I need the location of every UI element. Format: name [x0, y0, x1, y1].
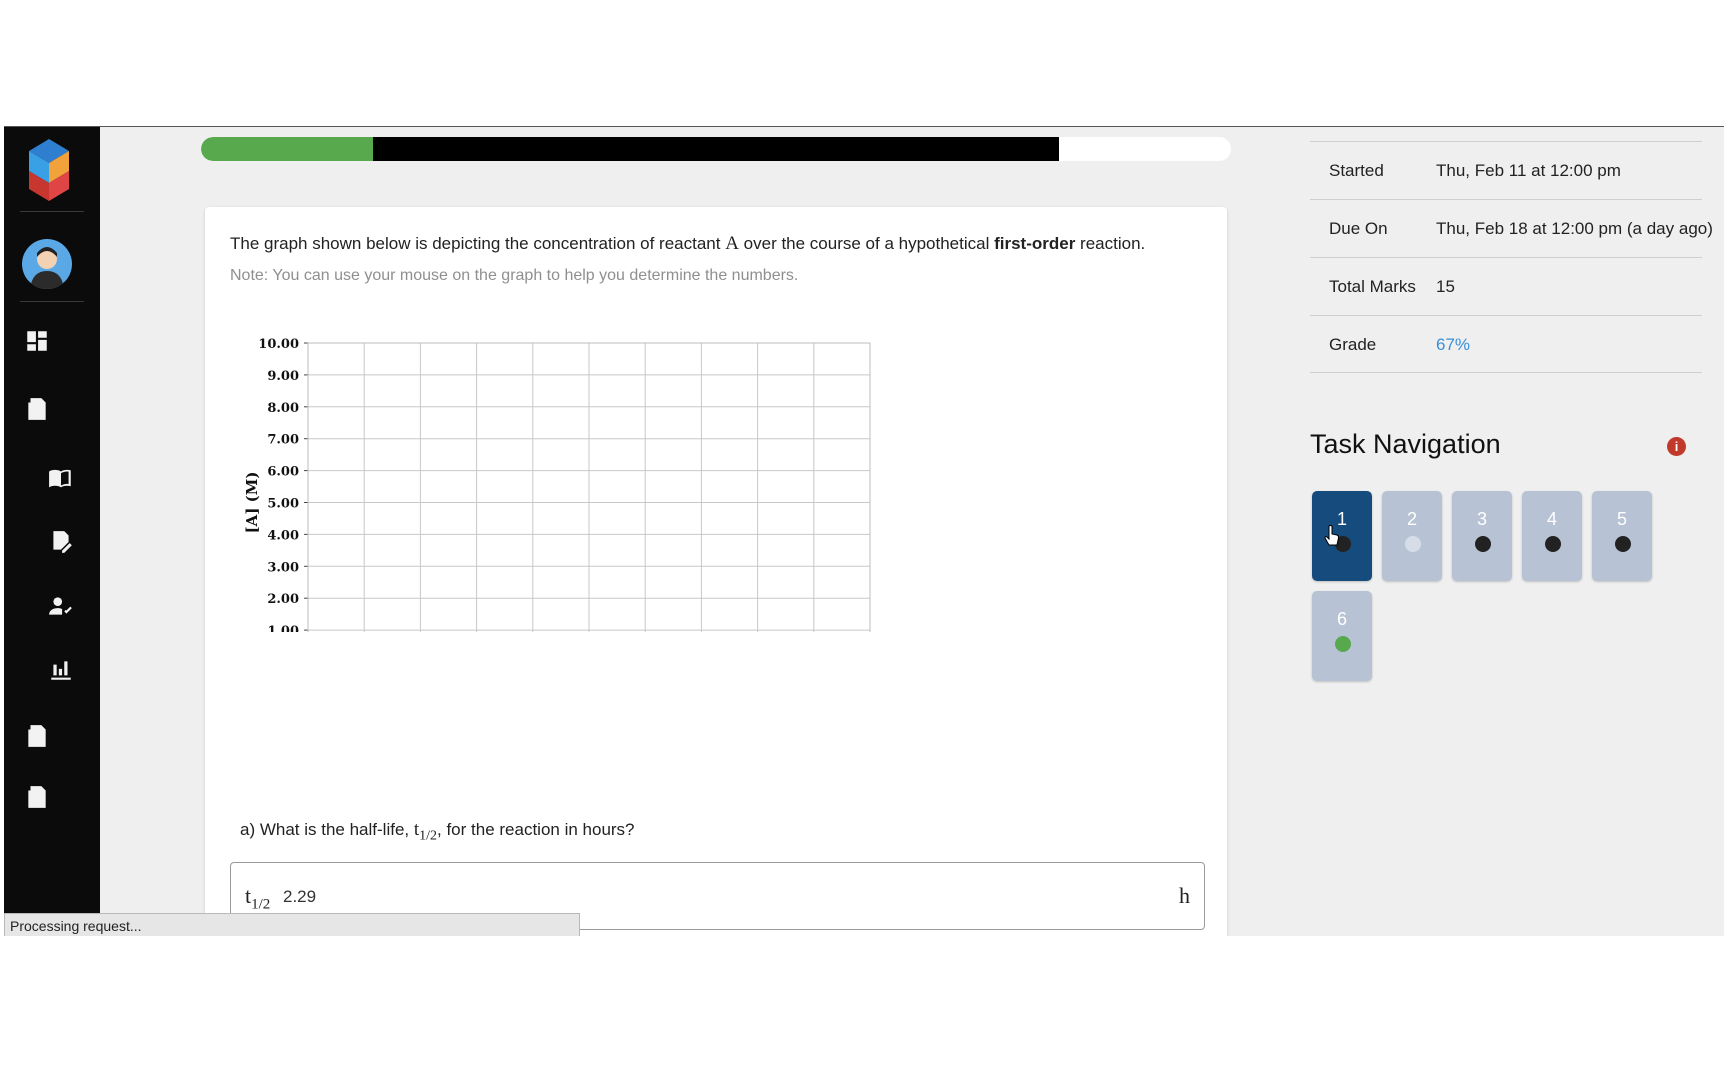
- half-life-input[interactable]: [283, 885, 683, 909]
- question-text-part: The graph shown below is depicting the c…: [230, 234, 726, 253]
- task-number: 4: [1546, 509, 1557, 529]
- question-text-part: over the course of a hypothetical: [738, 234, 995, 253]
- question-text-emphasis: first-order: [994, 234, 1076, 253]
- answer-label-subscript: 1/2: [251, 896, 271, 913]
- dashboard-icon[interactable]: [22, 326, 52, 356]
- textbook-icon[interactable]: [46, 463, 76, 493]
- info-row-due-on: Due On Thu, Feb 18 at 12:00 pm (a day ag…: [1310, 199, 1713, 257]
- info-row-grade: Grade 67%: [1310, 315, 1702, 373]
- progress-attempted-segment: [373, 137, 1059, 161]
- sidebar: [4, 127, 100, 936]
- sidebar-divider: [20, 211, 84, 212]
- assignments-icon[interactable]: [22, 782, 52, 812]
- assignment-progress-bar: [201, 137, 1231, 161]
- analytics-icon[interactable]: [46, 655, 76, 685]
- y-tick-label: 9.00: [267, 369, 299, 384]
- task-number: 6: [1336, 609, 1347, 629]
- task-number: 2: [1406, 509, 1417, 529]
- grade-link[interactable]: 67%: [1436, 335, 1470, 355]
- y-tick-label: 3.00: [267, 560, 299, 575]
- y-tick-label: 4.00: [267, 528, 299, 543]
- task-button-4[interactable]: 4: [1522, 491, 1582, 581]
- y-tick-label: 5.00: [267, 497, 299, 512]
- info-key: Due On: [1329, 219, 1388, 238]
- half-life-subscript: 1/2: [419, 828, 438, 844]
- answer-label: t1/2: [245, 883, 270, 913]
- task-status-dot: [1475, 536, 1491, 552]
- task-button-3[interactable]: 3: [1452, 491, 1512, 581]
- info-key: Started: [1329, 161, 1384, 180]
- y-tick-label: 7.00: [267, 433, 299, 448]
- y-tick-label: 10.00: [258, 337, 299, 352]
- task-status-dot: [1405, 536, 1421, 552]
- info-row-started: Started Thu, Feb 11 at 12:00 pm: [1310, 141, 1702, 199]
- task-button-6[interactable]: 6: [1312, 591, 1372, 681]
- info-value: 15: [1436, 277, 1455, 296]
- part-a-question: a) What is the half-life, t1/2, for the …: [240, 819, 635, 844]
- concentration-chart[interactable]: 0.001.002.003.004.005.006.007.008.009.00…: [235, 322, 895, 632]
- app-logo-icon[interactable]: [24, 139, 74, 201]
- question-text: The graph shown below is depicting the c…: [230, 233, 1145, 255]
- user-check-icon[interactable]: [46, 591, 76, 621]
- progress-completed-segment: [201, 137, 373, 161]
- answer-unit: h: [1179, 883, 1190, 908]
- reactant-symbol: A: [725, 233, 739, 254]
- info-key: Total Marks: [1329, 277, 1416, 296]
- part-a-text: a) What is the half-life,: [240, 820, 414, 839]
- info-key: Grade: [1329, 335, 1377, 354]
- task-status-dot: [1545, 536, 1561, 552]
- info-value: Thu, Feb 18 at 12:00 pm (a day ago): [1436, 219, 1713, 238]
- y-tick-label: 8.00: [267, 401, 299, 416]
- assignment-edit-icon[interactable]: [46, 527, 76, 557]
- sidebar-divider: [20, 301, 84, 302]
- avatar[interactable]: [22, 239, 72, 289]
- task-number: 1: [1336, 509, 1347, 529]
- assignment-info-panel: Started Thu, Feb 11 at 12:00 pm Due On T…: [1310, 141, 1713, 373]
- y-tick-label: 2.00: [267, 592, 299, 607]
- task-button-2[interactable]: 2: [1382, 491, 1442, 581]
- question-card: The graph shown below is depicting the c…: [205, 207, 1227, 936]
- question-note: Note: You can use your mouse on the grap…: [230, 267, 799, 284]
- task-button-5[interactable]: 5: [1592, 491, 1652, 581]
- app-frame: The graph shown below is depicting the c…: [4, 126, 1724, 936]
- part-a-text: , for the reaction in hours?: [437, 820, 635, 839]
- pointer-cursor-icon: [1324, 525, 1340, 546]
- task-button-1[interactable]: 1: [1312, 491, 1372, 581]
- task-status-dot: [1615, 536, 1631, 552]
- info-icon[interactable]: i: [1667, 437, 1686, 456]
- task-status-dot: [1335, 636, 1351, 652]
- y-tick-label: 6.00: [267, 465, 299, 480]
- assignments-icon[interactable]: [22, 394, 52, 424]
- task-navigation-title: Task Navigation: [1310, 429, 1501, 459]
- y-axis-label: [A] (M): [243, 472, 261, 534]
- info-row-total-marks: Total Marks 15: [1310, 257, 1702, 315]
- task-number: 3: [1476, 509, 1487, 529]
- assignments-icon[interactable]: [22, 721, 52, 751]
- task-number: 5: [1616, 509, 1627, 529]
- y-tick-label: 1.00: [267, 624, 299, 632]
- status-bar: Processing request...: [4, 913, 580, 936]
- info-value: Thu, Feb 11 at 12:00 pm: [1436, 161, 1621, 180]
- question-text-part: reaction.: [1075, 234, 1146, 253]
